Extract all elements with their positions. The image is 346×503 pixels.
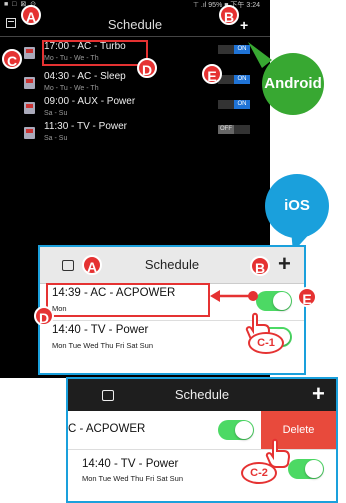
marker-b: B bbox=[219, 5, 239, 25]
marker-d: D bbox=[34, 306, 54, 326]
schedule-title: 11:30 - TV - Power bbox=[44, 121, 127, 132]
ac-device-icon bbox=[24, 47, 35, 59]
swipe-arrow-icon bbox=[210, 290, 258, 302]
schedule-row[interactable]: 11:30 - TV - Power Sa - Su OFF bbox=[0, 118, 270, 148]
marker-c1: C-1 bbox=[248, 332, 284, 354]
marker-e: E bbox=[297, 287, 317, 307]
schedule-toggle[interactable] bbox=[218, 420, 254, 440]
schedule-days: Mo - Tu - We - Th bbox=[44, 85, 99, 92]
schedule-switch[interactable]: OFF bbox=[218, 125, 250, 134]
toggle-knob bbox=[273, 292, 291, 310]
ios-swipe-screen: Schedule + C - ACPOWER Delete 14:40 - TV… bbox=[66, 377, 338, 503]
schedule-toggle[interactable] bbox=[288, 459, 324, 479]
nav-bar: Schedule + bbox=[68, 379, 336, 411]
schedule-title: C - ACPOWER bbox=[68, 423, 146, 435]
schedule-switch[interactable]: ON bbox=[218, 100, 250, 109]
schedule-days: Sa - Su bbox=[44, 135, 68, 142]
callout-box-c bbox=[42, 40, 148, 66]
android-label: Android bbox=[262, 53, 324, 115]
toggle-knob bbox=[305, 460, 323, 478]
toggle-knob bbox=[235, 421, 253, 439]
ac-device-icon bbox=[24, 77, 35, 89]
schedule-row[interactable]: 14:40 - TV - Power Mon Tue Wed Thu Fri S… bbox=[68, 450, 336, 490]
marker-d: D bbox=[137, 58, 157, 78]
schedule-title: 04:30 - AC - Sleep bbox=[44, 71, 126, 82]
schedule-days: Mon Tue Wed Thu Fri Sat Sun bbox=[82, 474, 184, 483]
marker-e: E bbox=[202, 64, 222, 84]
schedule-title: 14:40 - TV - Power bbox=[82, 458, 179, 470]
callout-box-d bbox=[46, 283, 210, 317]
schedule-title: 09:00 - AUX - Power bbox=[44, 96, 136, 107]
add-schedule-button[interactable]: + bbox=[240, 14, 248, 36]
schedule-days: Mon Tue Wed Thu Fri Sat Sun bbox=[52, 341, 154, 350]
schedule-switch[interactable]: ON bbox=[218, 75, 250, 84]
marker-a: A bbox=[21, 5, 41, 25]
schedule-title: 14:40 - TV - Power bbox=[52, 324, 149, 336]
marker-c2: C-2 bbox=[241, 462, 277, 484]
divider bbox=[0, 36, 270, 37]
marker-b: B bbox=[250, 256, 270, 276]
marker-c: C bbox=[2, 49, 22, 69]
add-schedule-button[interactable]: + bbox=[278, 253, 291, 275]
schedule-days: Sa - Su bbox=[44, 110, 68, 117]
switch-label: ON bbox=[234, 100, 250, 109]
schedule-row-swiped[interactable]: C - ACPOWER Delete bbox=[68, 411, 336, 450]
page-title: Schedule bbox=[174, 387, 230, 402]
switch-label: OFF bbox=[218, 125, 234, 134]
marker-a: A bbox=[82, 255, 102, 275]
add-schedule-button[interactable]: + bbox=[312, 382, 325, 406]
tv-device-icon bbox=[24, 127, 35, 139]
aux-device-icon bbox=[24, 102, 35, 114]
switch-label: ON bbox=[234, 75, 250, 84]
